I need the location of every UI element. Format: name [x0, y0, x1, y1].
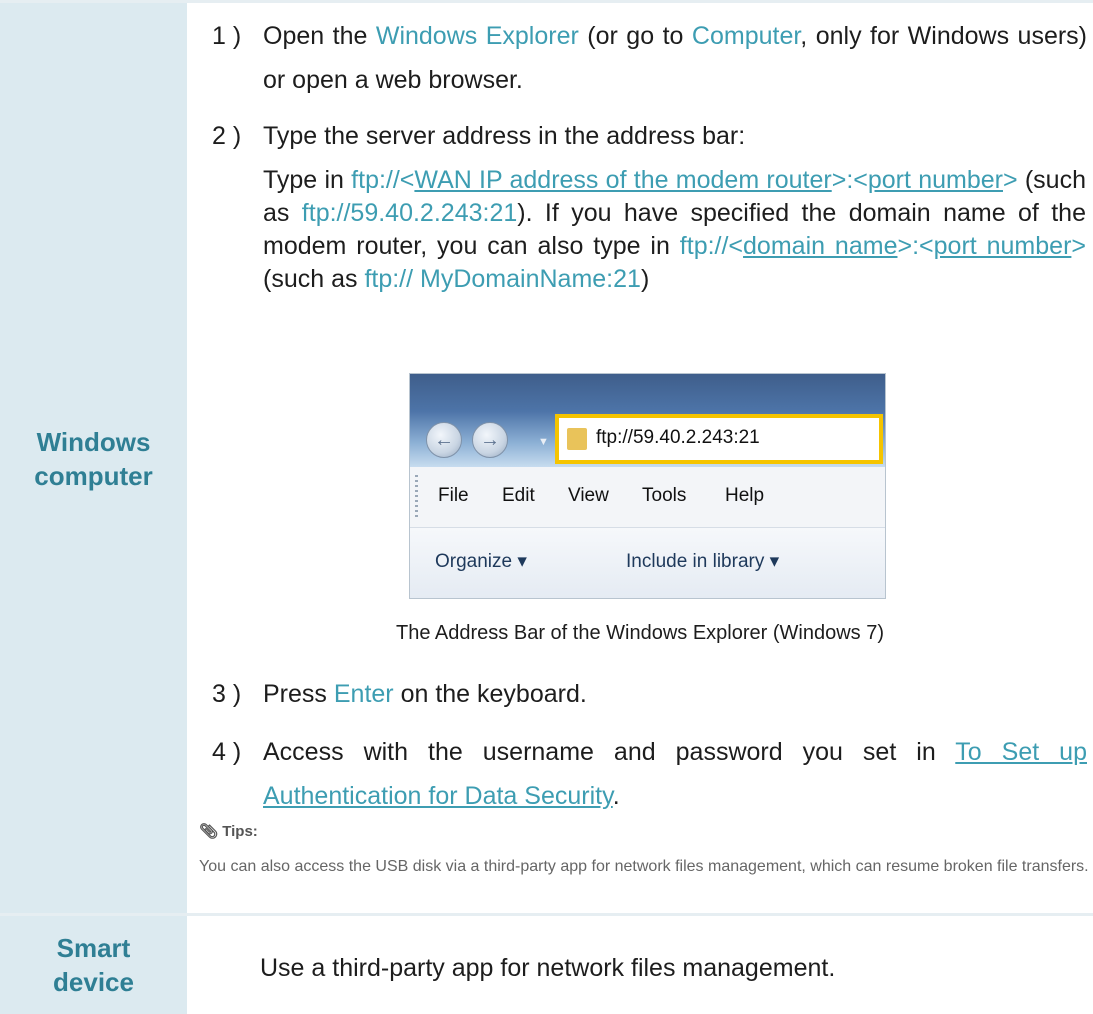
row-label-line-1: Smart: [56, 933, 131, 963]
smart-device-instructions: Use a third-party app for network files …: [187, 0, 1093, 1014]
row-label-windows-computer: Windows computer: [0, 3, 187, 914]
smart-device-text: Use a third-party app for network files …: [260, 954, 836, 982]
row-label-line-2: device: [53, 967, 134, 997]
row-label-line-1: Windows: [36, 426, 151, 457]
row-label-smart-device: Smart device: [0, 916, 187, 1014]
instruction-table: Windows computer 1 ) Open the Windows Ex…: [0, 0, 1093, 1014]
row-label-line-2: computer: [34, 460, 153, 491]
